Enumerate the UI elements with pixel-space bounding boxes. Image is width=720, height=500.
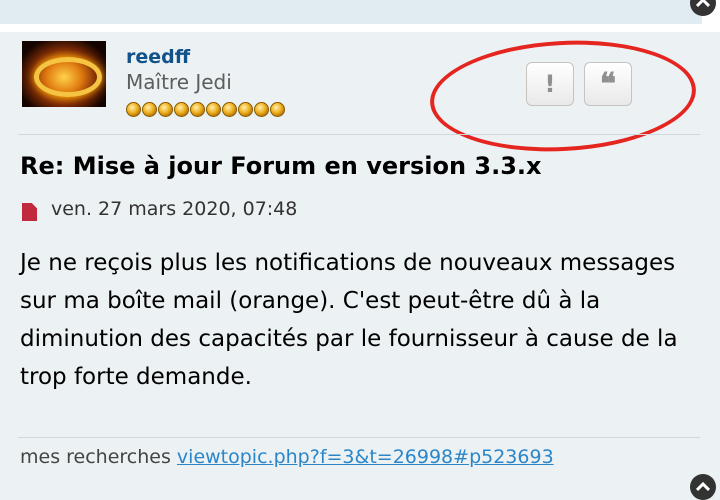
back-to-top-button[interactable] — [690, 474, 716, 500]
avatar[interactable] — [22, 41, 106, 107]
chevron-up-icon — [696, 0, 710, 8]
signature: mes recherches viewtopic.php?f=3&t=26998… — [20, 446, 554, 468]
signature-link[interactable]: viewtopic.php?f=3&t=26998#p523693 — [177, 446, 554, 468]
post: reedff Maître Jedi ! ❝ Re: Mise à jour F… — [0, 32, 720, 500]
annotation-oval — [427, 34, 699, 158]
rank-stars — [126, 102, 285, 117]
rank-star-icon — [270, 102, 285, 117]
post-author-rank: Maître Jedi — [126, 70, 232, 94]
rank-star-icon — [174, 102, 189, 117]
rank-star-icon — [238, 102, 253, 117]
chevron-up-icon — [696, 482, 710, 492]
post-title[interactable]: Re: Mise à jour Forum en version 3.3.x — [20, 152, 542, 180]
rank-star-icon — [222, 102, 237, 117]
previous-post-footer — [0, 0, 702, 24]
post-content: Je ne reçois plus les notifications de n… — [20, 250, 678, 390]
divider — [18, 134, 700, 135]
signature-divider — [18, 437, 700, 438]
post-author-username[interactable]: reedff — [126, 46, 190, 68]
rank-star-icon — [254, 102, 269, 117]
rank-star-icon — [190, 102, 205, 117]
rank-star-icon — [158, 102, 173, 117]
rank-star-icon — [126, 102, 141, 117]
rank-star-icon — [206, 102, 221, 117]
ring-of-fire-avatar — [34, 57, 102, 97]
signature-text: mes recherches — [20, 446, 171, 468]
post-date: ven. 27 mars 2020, 07:48 — [51, 198, 298, 220]
rank-star-icon — [142, 102, 157, 117]
post-document-icon[interactable] — [22, 203, 37, 221]
